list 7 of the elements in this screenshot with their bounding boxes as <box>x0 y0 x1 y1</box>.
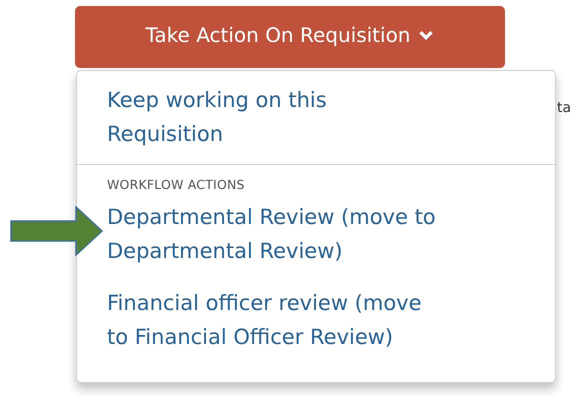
menu-item[interactable]: Financial officer review (move to Financial Officer Review) <box>107 286 442 354</box>
take-action-button[interactable]: Take Action On Requisition <box>75 6 505 68</box>
menu-item[interactable]: Keep working on this Requisition <box>107 83 442 151</box>
background-text: ta <box>557 100 572 116</box>
section-header: WORKFLOW ACTIONS <box>106 176 246 194</box>
menu-item[interactable]: Departmental Review (move to Departmental Review) <box>107 200 442 268</box>
chevron-down-icon <box>418 30 434 40</box>
